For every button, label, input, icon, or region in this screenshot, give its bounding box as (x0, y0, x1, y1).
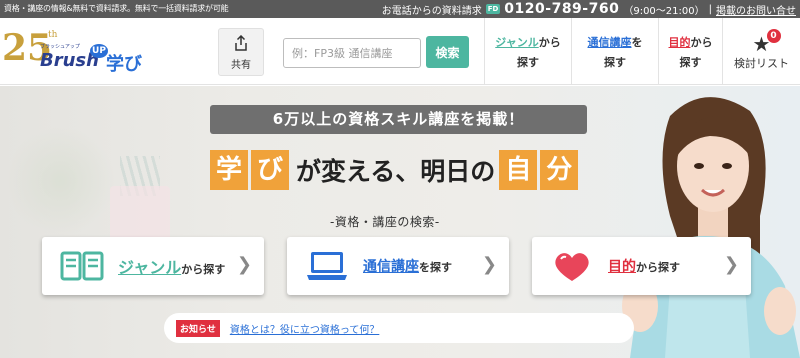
nav-genre-search[interactable]: ジャンルから 探す (484, 18, 571, 85)
catch-box-2: び (251, 150, 289, 190)
category-correspondence-keyword: 通信講座 (363, 259, 419, 275)
chevron-right-icon: ❯ (481, 254, 497, 275)
category-purpose-keyword: 目的 (608, 259, 636, 275)
business-hours: （9:00～21:00） (623, 5, 705, 17)
news-bar: お知らせ 資格とは？役に立つ資格って何？ (164, 313, 634, 343)
separator: | (708, 3, 712, 15)
chevron-right-icon: ❯ (723, 254, 739, 275)
phone-number[interactable]: 0120-789-760 (504, 1, 619, 17)
share-button[interactable]: 共有 (218, 28, 264, 76)
nav-correspondence-search[interactable]: 通信講座を 探す (571, 18, 658, 85)
news-badge: お知らせ (176, 319, 220, 337)
consideration-list-button[interactable]: ★ 0 検討リスト (722, 18, 800, 85)
nav-genre-keyword: ジャンル (495, 36, 539, 49)
freedial-icon: FD (485, 4, 501, 14)
share-label: 共有 (231, 60, 251, 71)
logo-anniversary-suffix: th (48, 30, 58, 40)
catch-box-3: 自 (499, 150, 538, 190)
contact-area: お電話からの資料請求 FD 0120-789-760 （9:00～21:00） … (382, 0, 796, 18)
search-button[interactable]: 検索 (426, 36, 469, 68)
nav-purpose-search[interactable]: 目的から 探す (658, 18, 722, 85)
nav-correspondence-suffix: を (631, 36, 643, 49)
phone-label: お電話からの資料請求 (381, 5, 482, 17)
top-bar: 資格・講座の情報&無料で資料請求。無料で一括資料請求が可能 お電話からの資料請求… (0, 0, 800, 18)
category-correspondence-button[interactable]: 通信講座を探す ❯ (287, 237, 509, 295)
search-subheading: -資格・講座の検索- (330, 215, 440, 229)
share-icon (235, 35, 247, 51)
chevron-right-icon: ❯ (236, 254, 252, 275)
news-link[interactable]: 資格とは？役に立つ資格って何？ (230, 321, 380, 336)
catch-box-4: 分 (540, 150, 579, 190)
logo-manabi: 学び (106, 54, 142, 75)
book-icon (60, 251, 104, 281)
search-input[interactable] (283, 38, 421, 68)
nav-purpose-keyword: 目的 (668, 36, 691, 49)
site-logo[interactable]: 25 th ブラッシュアップ Brush UP 学び (2, 30, 147, 75)
site-tagline: 資格・講座の情報&無料で資料請求。無料で一括資料請求が可能 (4, 4, 229, 13)
nav-genre-suffix: から (538, 36, 561, 49)
logo-kana: ブラッシュアップ (40, 44, 80, 50)
catch-box-1: 学 (210, 150, 248, 190)
category-genre-suffix: から探す (181, 263, 226, 276)
site-header: 25 th ブラッシュアップ Brush UP 学び 共有 検索 ジャンルから … (0, 18, 800, 85)
category-purpose-suffix: から探す (636, 261, 680, 274)
laptop-icon (307, 252, 347, 280)
hero-banner: 6万以上の資格スキル講座を掲載！ (210, 105, 587, 134)
hero-catchphrase: 学 び が変える、明日の 自 分 (210, 150, 581, 190)
category-genre-keyword: ジャンル (118, 258, 182, 277)
nav-purpose-line2: 探す (679, 56, 702, 69)
category-genre-button[interactable]: ジャンルから探す ❯ (42, 237, 264, 295)
nav-purpose-suffix: から (690, 36, 713, 49)
heart-icon (555, 253, 589, 281)
category-correspondence-suffix: を探す (419, 261, 452, 274)
hero-section: 6万以上の資格スキル講座を掲載！ 学 び が変える、明日の 自 分 -資格・講座… (0, 86, 800, 358)
category-purpose-button[interactable]: 目的から探す ❯ (532, 237, 751, 295)
consideration-list-label: 検討リスト (734, 57, 789, 70)
background-plant-image (5, 126, 115, 236)
list-count-badge: 0 (766, 29, 781, 43)
catch-text: が変える、明日の (296, 157, 496, 186)
star-icon: ★ 0 (751, 29, 781, 54)
nav-genre-line2: 探す (517, 56, 539, 69)
nav-correspondence-line2: 探す (604, 56, 626, 69)
model-photo (622, 97, 800, 358)
nav-correspondence-keyword: 通信講座 (587, 36, 632, 49)
listing-inquiry-link[interactable]: 掲載のお問い合せ (716, 2, 796, 17)
